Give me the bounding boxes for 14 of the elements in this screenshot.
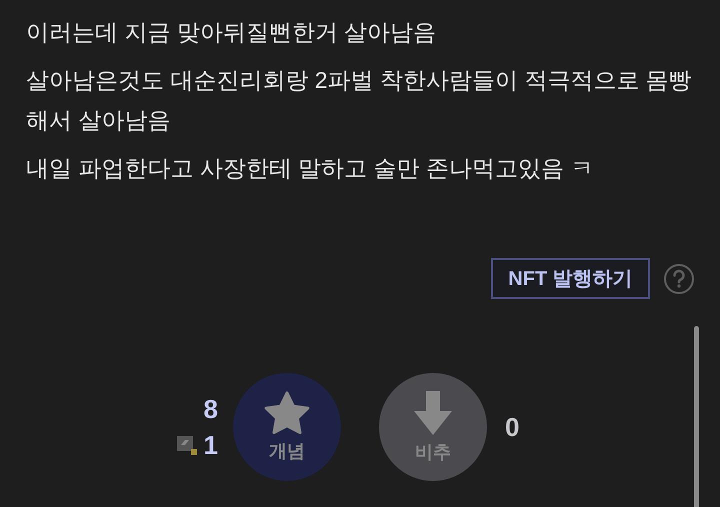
post-paragraph: 살아남은것도 대순진리회랑 2파벌 착한사람들이 적극적으로 몸빵해서 살아남음 (26, 66, 693, 135)
fixed-user-icon (174, 435, 197, 455)
down-arrow-icon (411, 388, 455, 436)
scrollbar[interactable] (694, 326, 699, 507)
upvote-count: 8 (204, 393, 218, 426)
star-icon (262, 390, 312, 436)
fixed-vote-count: 1 (204, 429, 218, 462)
downvote-count: 0 (505, 410, 520, 444)
post-paragraph: 내일 파업한다고 사장한테 말하고 술만 존나먹고있음 ㅋ (26, 154, 594, 183)
upvote-button[interactable]: 개념 (233, 373, 341, 481)
nft-button[interactable]: NFT 발행하기 (491, 258, 650, 299)
help-icon[interactable] (663, 262, 695, 294)
post-paragraph: 이러는데 지금 맞아뒤질뻔한거 살아남음 (26, 18, 438, 47)
downvote-button[interactable]: 비추 (379, 373, 487, 481)
